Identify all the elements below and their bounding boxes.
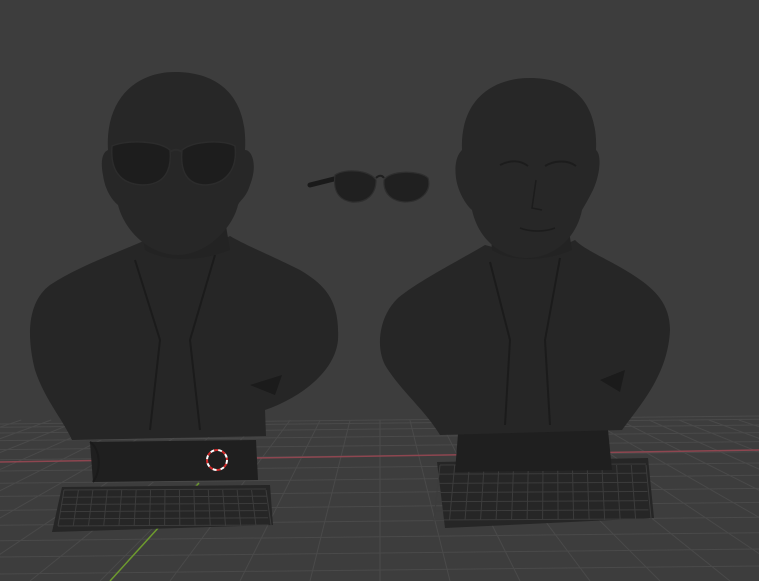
grid-line	[648, 419, 759, 470]
bust-with-sunglasses[interactable]	[30, 72, 339, 532]
torso-right	[379, 240, 670, 435]
head-right	[455, 78, 600, 258]
grid-line	[309, 419, 351, 581]
pedestal-right	[455, 430, 612, 472]
grid-line	[738, 419, 759, 428]
viewport-canvas[interactable]	[0, 0, 759, 581]
grid-line	[708, 419, 759, 439]
grid-line	[678, 419, 759, 453]
3d-viewport[interactable]	[0, 0, 759, 581]
torso-left	[30, 236, 339, 440]
bust-without-sunglasses[interactable]	[379, 78, 670, 528]
sunglasses[interactable]	[307, 170, 430, 203]
pedestal-left	[90, 440, 258, 482]
